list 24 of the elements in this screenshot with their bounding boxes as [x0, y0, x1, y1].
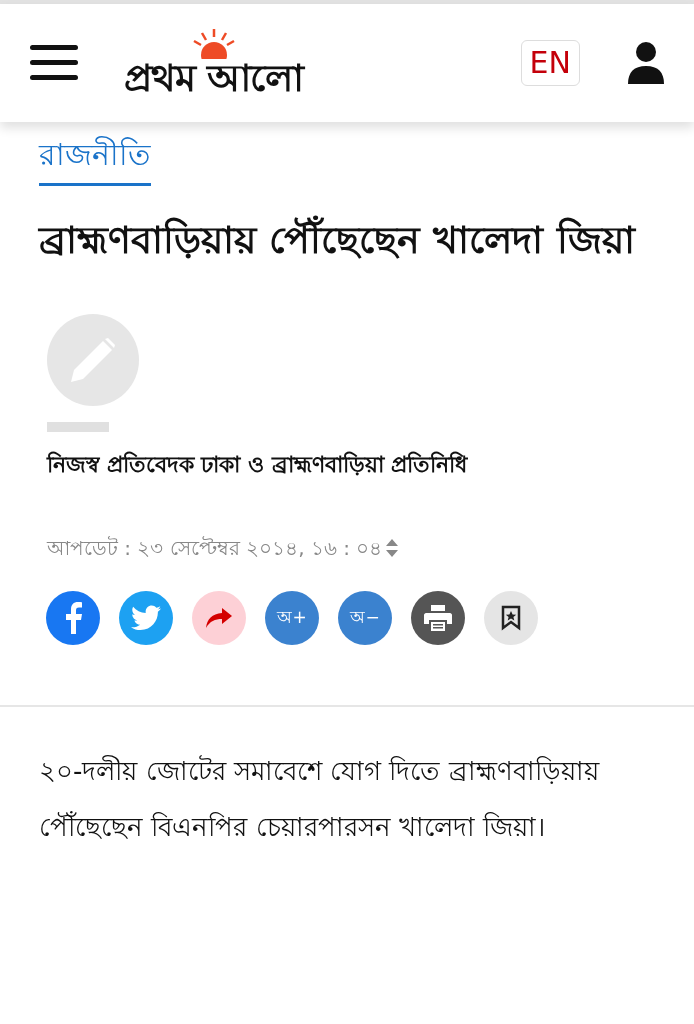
font-size-button[interactable]: অ−	[338, 591, 392, 645]
author-name[interactable]: নিজস্ব প্রতিবেদক ঢাকা ও ব্রাহ্মণবাড়িয়া প্রতিনিধি	[47, 448, 655, 481]
print-button[interactable]	[411, 591, 465, 645]
category-link[interactable]: রাজনীতি	[39, 137, 151, 172]
article-body: ২০-দলীয় জোটের সমাবেশে যোগ দিতে ব্রাহ্মণবাড়িয়ায় পৌঁছেছেন বিএনপির চেয়ারপারসন খালেদা জিয়া।	[38, 754, 601, 844]
printer-icon	[424, 605, 452, 631]
sort-icon[interactable]	[386, 539, 399, 557]
avatar-bar	[47, 422, 109, 432]
bookmark-star-icon	[501, 605, 521, 631]
user-icon[interactable]	[628, 42, 664, 84]
facebook-button[interactable]	[46, 591, 100, 645]
bookmark-button[interactable]	[484, 591, 538, 645]
share-button[interactable]	[192, 591, 246, 645]
bird-icon	[131, 605, 161, 631]
pencil-icon	[71, 338, 115, 382]
article-headline: ব্রাহ্মণবাড়িয়ায় পৌঁছেছেন খালেদা জিয়া	[39, 210, 655, 270]
language-button[interactable]: EN	[520, 40, 580, 86]
share-arrow-icon	[206, 608, 232, 628]
update-time: আপডেট : ২৩ সেপ্টেম্বর ২০১৪, ১৬ : ০৪	[47, 535, 383, 562]
menu-icon[interactable]	[30, 45, 78, 81]
facebook-icon	[64, 602, 82, 634]
font-size-button[interactable]: অ+	[265, 591, 319, 645]
logo-text[interactable]: প্রথম আলো	[124, 59, 304, 97]
twitter-button[interactable]	[119, 591, 173, 645]
